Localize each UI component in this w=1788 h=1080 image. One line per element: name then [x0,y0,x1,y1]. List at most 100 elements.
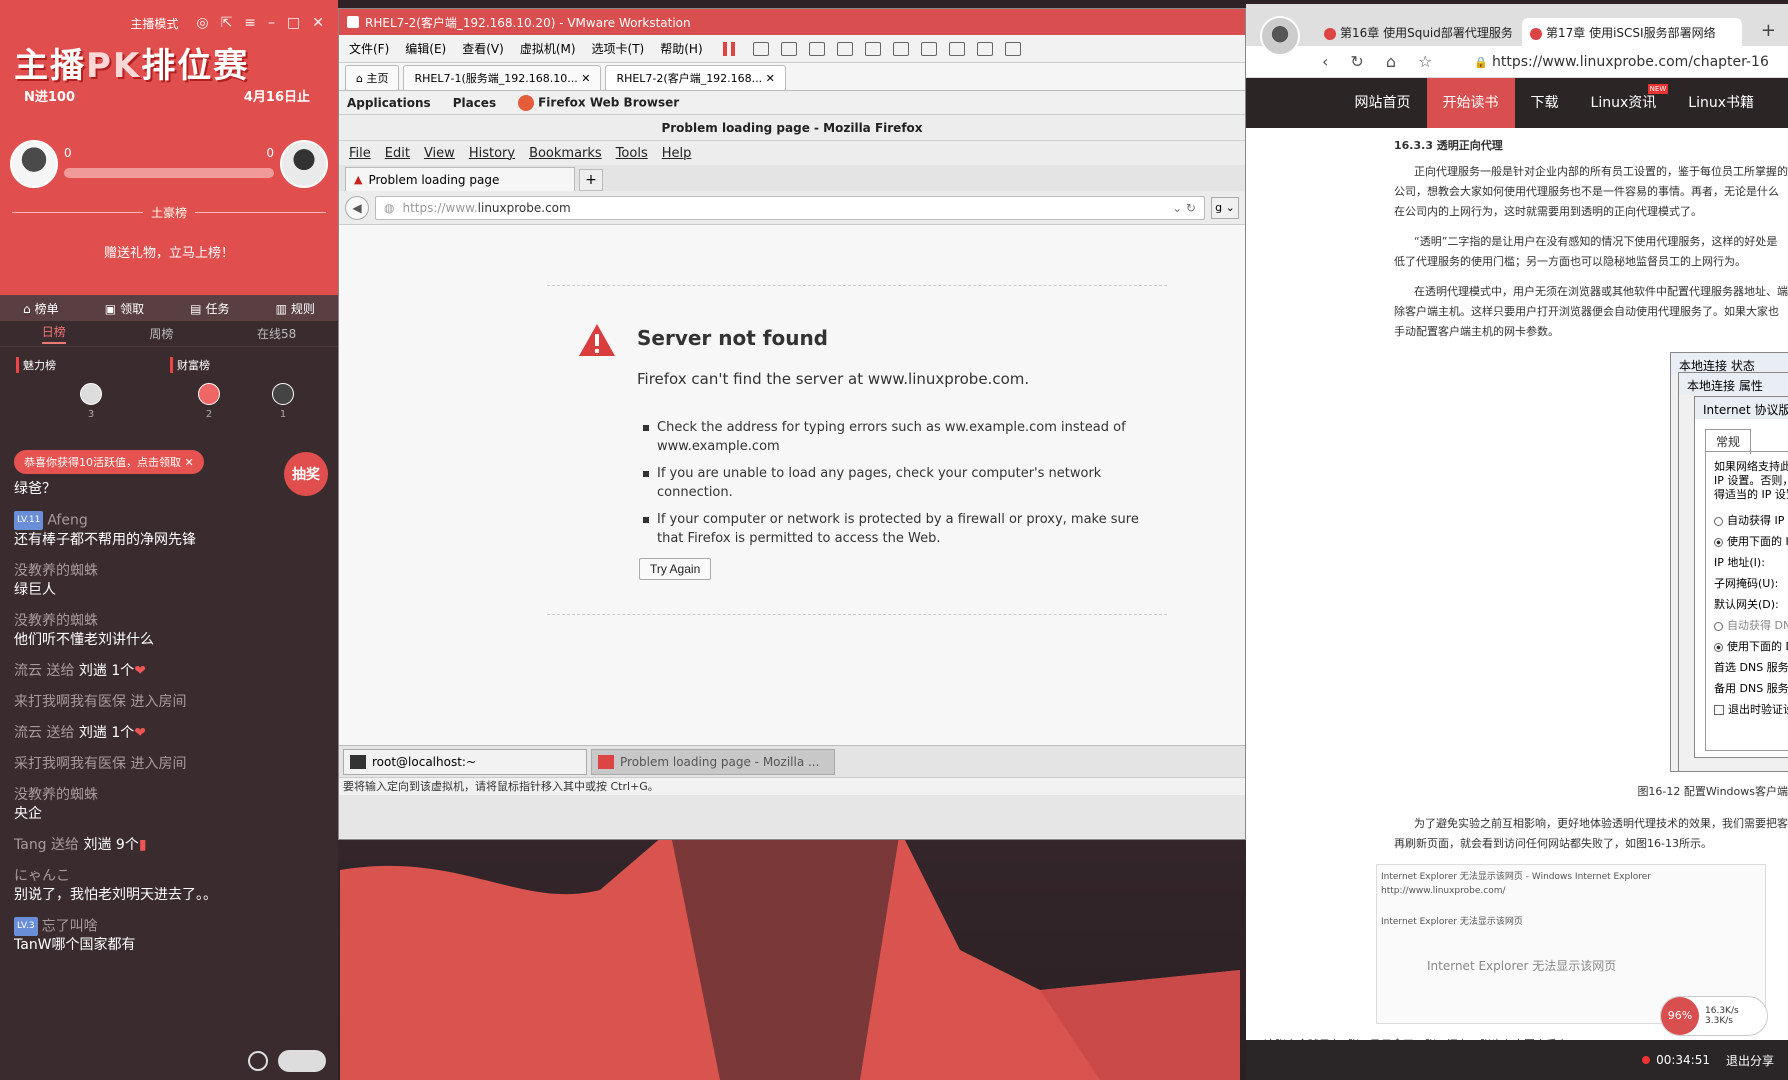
menu-view[interactable]: 查看(V) [462,40,504,57]
warning-icon: ▲ [354,173,363,186]
minimize-icon[interactable]: – [268,15,275,31]
nav-home[interactable]: 网站首页 [1339,78,1427,128]
paragraph: 为了避免实验之前互相影响，更好地体验透明代理技术的效果，我们需要把客 再刷新页面，… [1394,817,1788,850]
ff-menu-help[interactable]: Help [662,146,692,161]
home-icon: ⌂ [23,301,31,316]
back-button[interactable]: ◀ [345,195,369,220]
exit-share-button[interactable]: 退出分享 [1726,1052,1774,1069]
tab-daily[interactable]: 日榜 [41,323,66,344]
pk-scoreboard: 0 0 [10,140,328,190]
chrome-tab[interactable]: 第16章 使用Squid部署代理服务 ✕ [1316,18,1512,46]
taskbar-terminal[interactable]: root@localhost:~ [343,748,587,775]
gift-message: 流云 送给 刘遄 1个❤ [14,662,146,679]
revert-icon[interactable] [808,41,825,56]
menu-icon[interactable]: ≡ [244,15,256,31]
profile-avatar[interactable] [1260,16,1300,56]
chat-message: 绿爸？ [14,481,56,497]
nav-download[interactable]: 下载 [1515,78,1575,128]
network-speed-widget[interactable]: 96% 16.3K/s 3.3K/s [1660,996,1768,1036]
tab-tasks[interactable]: ▤ 任务 [190,300,229,317]
error-title: Server not found [637,326,828,350]
search-engine-button[interactable]: g ⌄ [1211,196,1239,219]
ff-menu-bookmarks[interactable]: Bookmarks [529,146,602,161]
paragraph: 在透明代理模式中，用户无须在浏览器或其他软件中配置代理服务器地址、端 除客户端主机… [1394,285,1788,338]
rank-avatar[interactable] [272,383,294,405]
menu-file[interactable]: 文件(F) [349,40,389,57]
url-bar[interactable]: 🔒 https://www.linuxprobe.com/chapter-16 [1474,54,1769,70]
new-tab-button[interactable]: + [579,169,603,191]
snapshot-manager-icon[interactable] [836,41,853,56]
stretch-icon[interactable] [1004,41,1021,56]
vmware-statusbar: 要将输入定向到该虚拟机，请将鼠标指针移入其中或按 Ctrl+G。 [339,777,1245,795]
tab-online[interactable]: 在线58 [257,325,296,342]
share-icon[interactable]: ⇱ [221,15,233,31]
chrome-tab-active[interactable]: 第17章 使用iSCSI服务部署网络 [1522,18,1742,46]
ff-menu-view[interactable]: View [424,146,455,161]
active-app[interactable]: Firefox Web Browser [518,94,679,111]
new-tab-button[interactable]: + [1761,20,1776,41]
pause-icon[interactable] [722,41,735,56]
tab-rank[interactable]: ⌂ 榜单 [23,300,59,317]
tab-rhel7-2[interactable]: RHEL7-2(客户端_192.168... ✕ [605,65,786,90]
ff-menu-file[interactable]: File [349,146,371,161]
firefox-menubar: File Edit View History Bookmarks Tools H… [339,141,1245,165]
menu-edit[interactable]: 编辑(E) [405,40,446,57]
console-icon[interactable] [976,41,993,56]
gift-icon: ▣ [104,301,117,316]
tab-home[interactable]: ⌂ 主页 [345,65,400,90]
lottery-notice[interactable]: 恭喜你获得10活跃值，点击领取 ✕ [14,450,204,474]
chat-input[interactable] [278,1050,326,1072]
nav-read[interactable]: 开始读书 [1426,78,1515,128]
star-icon[interactable]: ☆ [1418,52,1432,71]
taskbar-firefox[interactable]: Problem loading page - Mozilla ... [591,748,835,775]
home-icon[interactable]: ⌂ [1386,52,1396,71]
ff-menu-history[interactable]: History [469,146,515,161]
thumbnail-icon[interactable] [892,41,909,56]
avatar-right[interactable] [280,140,328,188]
reload-icon[interactable]: ⌄ ↻ [1172,201,1196,215]
reload-icon[interactable]: ↻ [1350,52,1363,71]
record-dot-icon [1642,1056,1651,1064]
rank-number: 2 [205,409,213,420]
menu-vm[interactable]: 虚拟机(M) [520,40,576,57]
ff-menu-edit[interactable]: Edit [385,146,410,161]
try-again-button[interactable]: Try Again [639,558,712,580]
gift-message: Tang 送给 刘遄 9个▮ [14,836,147,853]
places-menu[interactable]: Places [453,96,496,110]
tab-rhel7-1[interactable]: RHEL7-1(服务端_192.168.10... ✕ [403,65,602,90]
rank-avatar[interactable] [198,383,220,405]
tab-weekly[interactable]: 周榜 [149,325,173,342]
snapshot-icon[interactable] [780,41,797,56]
close-icon[interactable]: ✕ [312,15,324,31]
firefox-tab[interactable]: ▲ Problem loading page [345,167,575,191]
warning-icon [579,324,615,356]
firefox-titlebar[interactable]: Problem loading page - Mozilla Firefox [339,115,1245,141]
maximize-icon[interactable]: □ [287,15,300,31]
pk-banner-area: 主播模式 ◎ ⇱ ≡ – □ ✕ 主播PK排位赛 N进100 4月16日止 0 … [0,0,338,295]
send-keys-icon[interactable] [752,41,769,56]
rank-avatar[interactable] [80,383,102,405]
library-icon[interactable] [864,41,881,56]
firefox-navbar: ◀ ◍ https://www. linuxprobe.com ⌄ ↻ g ⌄ [339,191,1245,225]
vmware-titlebar[interactable]: RHEL7-2(客户端_192.168.10.20) - VMware Work… [339,9,1245,35]
ff-menu-tools[interactable]: Tools [616,146,648,161]
vmware-icon [347,16,359,28]
emoji-icon[interactable] [248,1051,268,1071]
nav-books[interactable]: Linux书籍 [1672,78,1770,128]
streamer-mode-label[interactable]: 主播模式 [130,15,178,32]
settings-icon[interactable]: ◎ [196,15,208,31]
fullscreen-icon[interactable] [920,41,937,56]
tab-claim[interactable]: ▣ 领取 [105,300,144,317]
lottery-icon[interactable]: 抽奖 [284,452,328,496]
score-right: 0 [266,146,274,160]
pk-date: 4月16日止 [243,90,310,105]
avatar-left[interactable] [10,140,58,188]
menu-tabs[interactable]: 选项卡(T) [592,40,645,57]
applications-menu[interactable]: Applications [347,96,431,110]
menu-help[interactable]: 帮助(H) [660,40,702,57]
back-icon[interactable]: ‹ [1322,52,1328,71]
url-bar[interactable]: ◍ https://www. linuxprobe.com ⌄ ↻ [375,195,1205,220]
unity-icon[interactable] [948,41,965,56]
tab-rules[interactable]: ▥ 规则 [276,300,315,317]
nav-news[interactable]: Linux资讯 [1575,78,1673,128]
